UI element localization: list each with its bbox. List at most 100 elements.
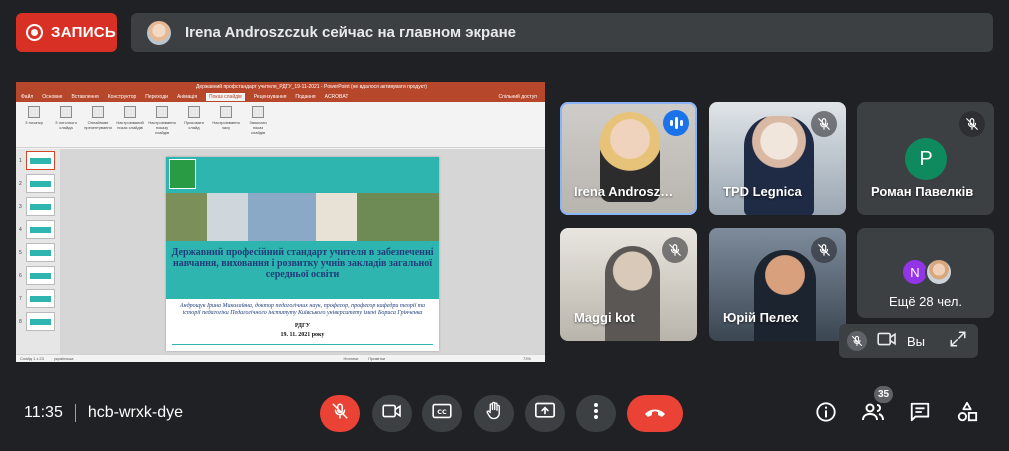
participant-name: Роман Павелків (871, 184, 974, 199)
mic-off-icon (331, 402, 349, 425)
mic-off-icon[interactable] (847, 331, 867, 351)
mic-off-icon (662, 237, 688, 263)
setup-icon (156, 106, 168, 118)
meeting-time: 11:35 (24, 404, 63, 421)
chat-button[interactable] (906, 400, 934, 428)
ribbon-item: Настроюваний показ слайдів (116, 106, 144, 143)
slide-canvas: Державний професійний стандарт учителя в… (60, 149, 545, 354)
avatar: P (905, 138, 947, 180)
more-options-button[interactable] (576, 395, 616, 432)
slide-thumb: 7 (19, 289, 57, 308)
participant-tile-tpd-legnica[interactable]: TPD Legnica (709, 102, 846, 215)
more-participants-tile[interactable]: N Ещё 28 чел. (857, 228, 994, 318)
recording-button[interactable]: ЗАПИСЬ (16, 13, 117, 52)
participant-video (605, 246, 660, 341)
people-button[interactable] (859, 400, 887, 428)
slide-thumb: 2 (19, 174, 57, 193)
call-end-icon (643, 405, 667, 423)
recording-label: ЗАПИСЬ (51, 24, 117, 41)
shared-screen[interactable]: Державний профстандарт учителя_РДГУ_19-1… (16, 82, 545, 362)
ppt-tab: Файл (21, 94, 34, 100)
timing-icon (220, 106, 232, 118)
participant-tile-maggi[interactable]: Maggi kot (560, 228, 697, 341)
activities-button[interactable] (953, 400, 981, 428)
slideshow-icon (28, 106, 40, 118)
record-icon (26, 24, 43, 41)
slide-author: Андрощук Ірина Миколаївна, доктор педаго… (179, 303, 426, 316)
ppt-share: Спільний доступ (498, 94, 537, 100)
slide-thumb: 8 (19, 312, 57, 331)
activities-icon (956, 401, 978, 428)
present-icon (535, 402, 555, 425)
people-icon (861, 402, 885, 427)
ppt-ribbon: З початку З поточного слайда Онлайнове п… (16, 102, 545, 148)
ppt-tab: Переходи (145, 94, 168, 100)
ribbon-item: Онлайнове презентування (84, 106, 112, 143)
ppt-status-bar: Слайд 1 з 23 українська Нотатки Примітки… (16, 354, 545, 362)
captions-icon: CC (432, 403, 452, 424)
mic-off-icon (811, 111, 837, 137)
more-participants-label: Ещё 28 чел. (888, 294, 963, 309)
record-show-icon (252, 106, 264, 118)
custom-show-icon (124, 106, 136, 118)
presenter-banner: Irena Androszczuk сейчас на главном экра… (131, 13, 993, 52)
ribbon-item: З початку (22, 106, 46, 143)
svg-text:CC: CC (437, 408, 447, 416)
camera-icon (382, 403, 402, 424)
ppt-tab: Анімація (176, 94, 198, 100)
ribbon-item: Настроювання часу (212, 106, 240, 143)
raise-hand-button[interactable] (474, 395, 514, 432)
slide-thumb: 3 (19, 197, 57, 216)
camera-toggle-button[interactable] (372, 395, 412, 432)
ppt-ribbon-tabs: Файл Основне Вставлення Конструктор Пере… (16, 92, 545, 102)
avatar (925, 258, 953, 286)
slideshow-icon (60, 106, 72, 118)
participant-tile-yuriy[interactable]: Юрій Пелех (709, 228, 846, 341)
presenter-avatar (147, 20, 171, 45)
participant-name: TPD Legnica (723, 184, 802, 199)
speaking-icon (663, 110, 689, 136)
university-emblem-icon (169, 159, 196, 189)
ppt-tab: Основне (42, 94, 63, 100)
self-view-bar[interactable]: Вы (839, 324, 978, 358)
slide-thumb: 1 (19, 151, 57, 170)
info-icon (815, 401, 837, 428)
current-slide: Державний професійний стандарт учителя в… (166, 157, 439, 351)
slide-thumb: 6 (19, 266, 57, 285)
mic-toggle-button[interactable] (320, 395, 360, 432)
hide-slide-icon (188, 106, 200, 118)
participant-name: Maggi kot (574, 310, 635, 325)
mic-off-icon (811, 237, 837, 263)
participant-name: Irena Androsz… (574, 184, 674, 199)
ribbon-item: Записати показ слайдів (246, 106, 270, 143)
meeting-code: hcb-wrxk-dye (87, 404, 183, 421)
participant-video (754, 250, 816, 341)
leave-call-button[interactable] (627, 395, 683, 432)
more-vert-icon (593, 402, 599, 425)
mic-off-icon (959, 111, 985, 137)
ppt-tab: Рецензування (253, 94, 287, 100)
captions-button[interactable]: CC (422, 395, 462, 432)
present-button[interactable] (525, 395, 565, 432)
ribbon-item: З поточного слайда (54, 106, 78, 143)
slide-title: Державний професійний стандарт учителя в… (166, 241, 439, 299)
online-icon (92, 106, 104, 118)
ppt-window-title: Державний профстандарт учителя_РДГУ_19-1… (16, 82, 545, 92)
slide-thumb: 4 (19, 220, 57, 239)
participant-tile-roman[interactable]: P Роман Павелків (857, 102, 994, 215)
meeting-details-button[interactable] (812, 400, 840, 428)
participant-video (744, 116, 814, 215)
slide-date: 19. 11. 2021 року (280, 332, 325, 338)
presenter-text: Irena Androszczuk сейчас на главном экра… (185, 24, 516, 41)
people-count-badge: 35 (874, 386, 893, 403)
camera-icon[interactable] (877, 331, 897, 352)
participant-tile-irena[interactable]: Irena Androsz… (560, 102, 697, 215)
ppt-body: 1 2 3 4 5 6 7 8 Державний професійний ст… (16, 149, 545, 354)
ribbon-item: Приховати слайд (182, 106, 206, 143)
participant-name: Юрій Пелех (723, 310, 799, 325)
ppt-tab-active: Показ слайдів (206, 93, 245, 101)
expand-icon[interactable] (949, 330, 967, 353)
ppt-tab: Конструктор (107, 94, 137, 100)
ppt-tab: Вставлення (71, 94, 99, 100)
slide-thumb: 5 (19, 243, 57, 262)
